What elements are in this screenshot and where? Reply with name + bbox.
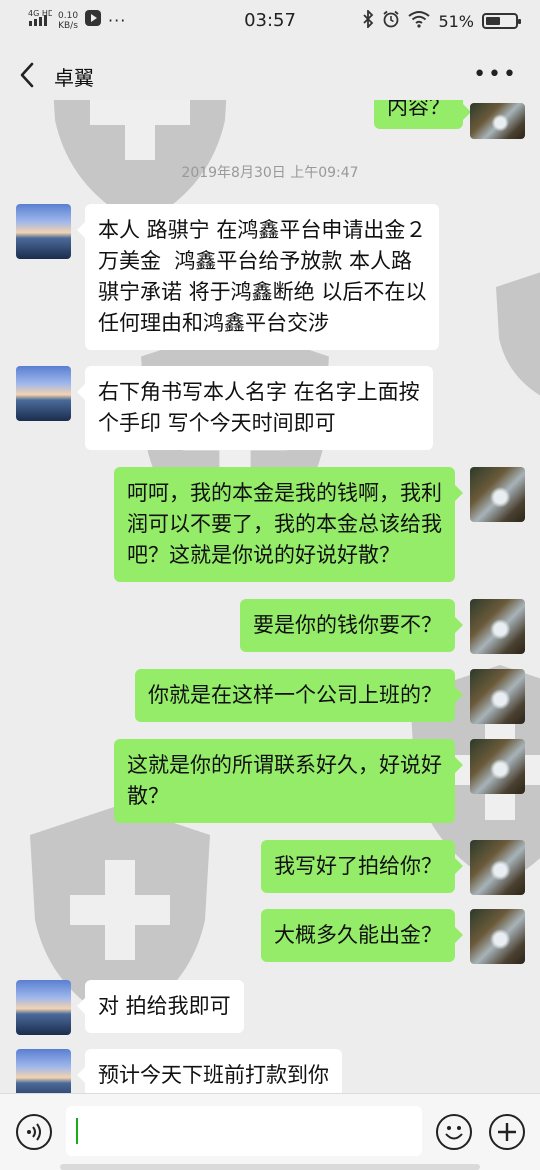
more-dots-icon: ••• <box>473 62 518 87</box>
status-bar: 4G HD 0.10 KB/s ··· 03:57 51% <box>0 0 540 44</box>
more-button[interactable]: ••• <box>473 62 518 87</box>
emoji-icon <box>445 1126 463 1140</box>
battery-percent: 51% <box>438 11 474 31</box>
message-text: 我写好了拍给你？ <box>274 854 442 878</box>
message-text: 你就是在这样一个公司上班的？ <box>148 683 442 707</box>
message-timestamp: 2019年8月30日 上午09:47 <box>181 165 359 181</box>
message-input[interactable] <box>66 1106 422 1156</box>
avatar[interactable] <box>16 980 71 1035</box>
bluetooth-icon <box>362 8 374 32</box>
message-text: 呵呵，我的本金是我的钱啊，我利 <box>127 481 442 505</box>
message-text: 任何理由和鸿鑫平台交涉 <box>98 311 329 335</box>
back-button[interactable] <box>14 58 44 92</box>
avatar[interactable] <box>470 909 525 964</box>
message-text: 对 拍给我即可 <box>98 994 231 1018</box>
message-bubble-out[interactable]: 这就是你的所谓联系好久，好说好 散？ <box>114 739 463 823</box>
chat-header: 卓翼 ••• <box>0 50 540 102</box>
message-text: 右下角书写本人名字 在名字上面按 <box>98 380 420 404</box>
message-bubble-out[interactable]: 呵呵，我的本金是我的钱啊，我利 润可以不要了，我的本金总该给我 吧？这就是你说的好说… <box>114 467 463 582</box>
avatar[interactable] <box>470 467 525 522</box>
voice-icon <box>27 1123 41 1141</box>
avatar[interactable] <box>470 739 525 794</box>
message-text: 万美金 鸿鑫平台给予放款 本人路 <box>98 249 413 273</box>
alarm-icon <box>382 10 400 32</box>
more-functions-button[interactable] <box>489 1114 525 1150</box>
message-bubble-in[interactable]: 对 拍给我即可 <box>77 980 244 1033</box>
text-cursor <box>76 1118 78 1144</box>
message-text: 个手印 写个今天时间即可 <box>98 411 336 435</box>
message-bubble-out[interactable]: 你就是在这样一个公司上班的？ <box>135 669 463 722</box>
message-bubble-in[interactable]: 右下角书写本人名字 在名字上面按 个手印 写个今天时间即可 <box>77 366 433 450</box>
avatar[interactable] <box>16 366 71 421</box>
message-bubble-in[interactable]: 本人 路骐宁 在鸿鑫平台申请出金２ 万美金 鸿鑫平台给予放款 本人路 骐宁承诺 将于… <box>76 204 440 350</box>
message-text: 这就是你的所谓联系好久，好说好 <box>127 753 442 777</box>
message-text: 吧？这就是你说的好说好散？ <box>127 543 400 567</box>
message-text: 内容？ <box>387 100 450 119</box>
emoji-button[interactable] <box>436 1114 472 1150</box>
message-bubble-in[interactable]: 预计今天下班前打款到你 <box>77 1049 342 1093</box>
message-bubble-out[interactable]: 大概多久能出金？ <box>261 909 463 962</box>
message-bubble-out[interactable]: 内容？ <box>374 100 471 129</box>
voice-button[interactable] <box>16 1114 52 1150</box>
message-text: 大概多久能出金？ <box>274 923 442 947</box>
status-right: 51% <box>362 8 521 32</box>
avatar[interactable] <box>470 840 525 895</box>
message-text: 本人 路骐宁 在鸿鑫平台申请出金２ <box>98 218 427 242</box>
message-bubble-out[interactable]: 要是你的钱你要不？ <box>240 599 463 652</box>
watermark-shield-icon <box>496 272 540 396</box>
plus-icon <box>498 1123 516 1141</box>
input-bar <box>0 1093 540 1170</box>
back-chevron-icon <box>20 62 34 88</box>
message-text: 要是你的钱你要不？ <box>253 613 442 637</box>
message-text: 骐宁承诺 将于鸿鑫断绝 以后不在以 <box>98 280 427 304</box>
avatar[interactable] <box>470 669 525 724</box>
avatar[interactable] <box>470 599 525 654</box>
message-list[interactable]: 内容？ 2019年8月30日 上午09:47 本人 路骐宁 在鸿鑫平台申请出金２… <box>0 100 540 1093</box>
message-text: 润可以不要了，我的本金总该给我 <box>127 512 442 536</box>
avatar[interactable] <box>16 1049 71 1093</box>
home-indicator <box>60 1164 480 1170</box>
message-text: 预计今天下班前打款到你 <box>98 1063 329 1087</box>
avatar[interactable] <box>16 204 71 259</box>
chat-title[interactable]: 卓翼 <box>54 62 94 91</box>
message-bubble-out[interactable]: 我写好了拍给你？ <box>261 840 463 893</box>
battery-icon <box>482 13 521 29</box>
wifi-icon <box>408 10 431 32</box>
message-text: 散？ <box>127 784 169 808</box>
avatar[interactable] <box>470 103 525 139</box>
